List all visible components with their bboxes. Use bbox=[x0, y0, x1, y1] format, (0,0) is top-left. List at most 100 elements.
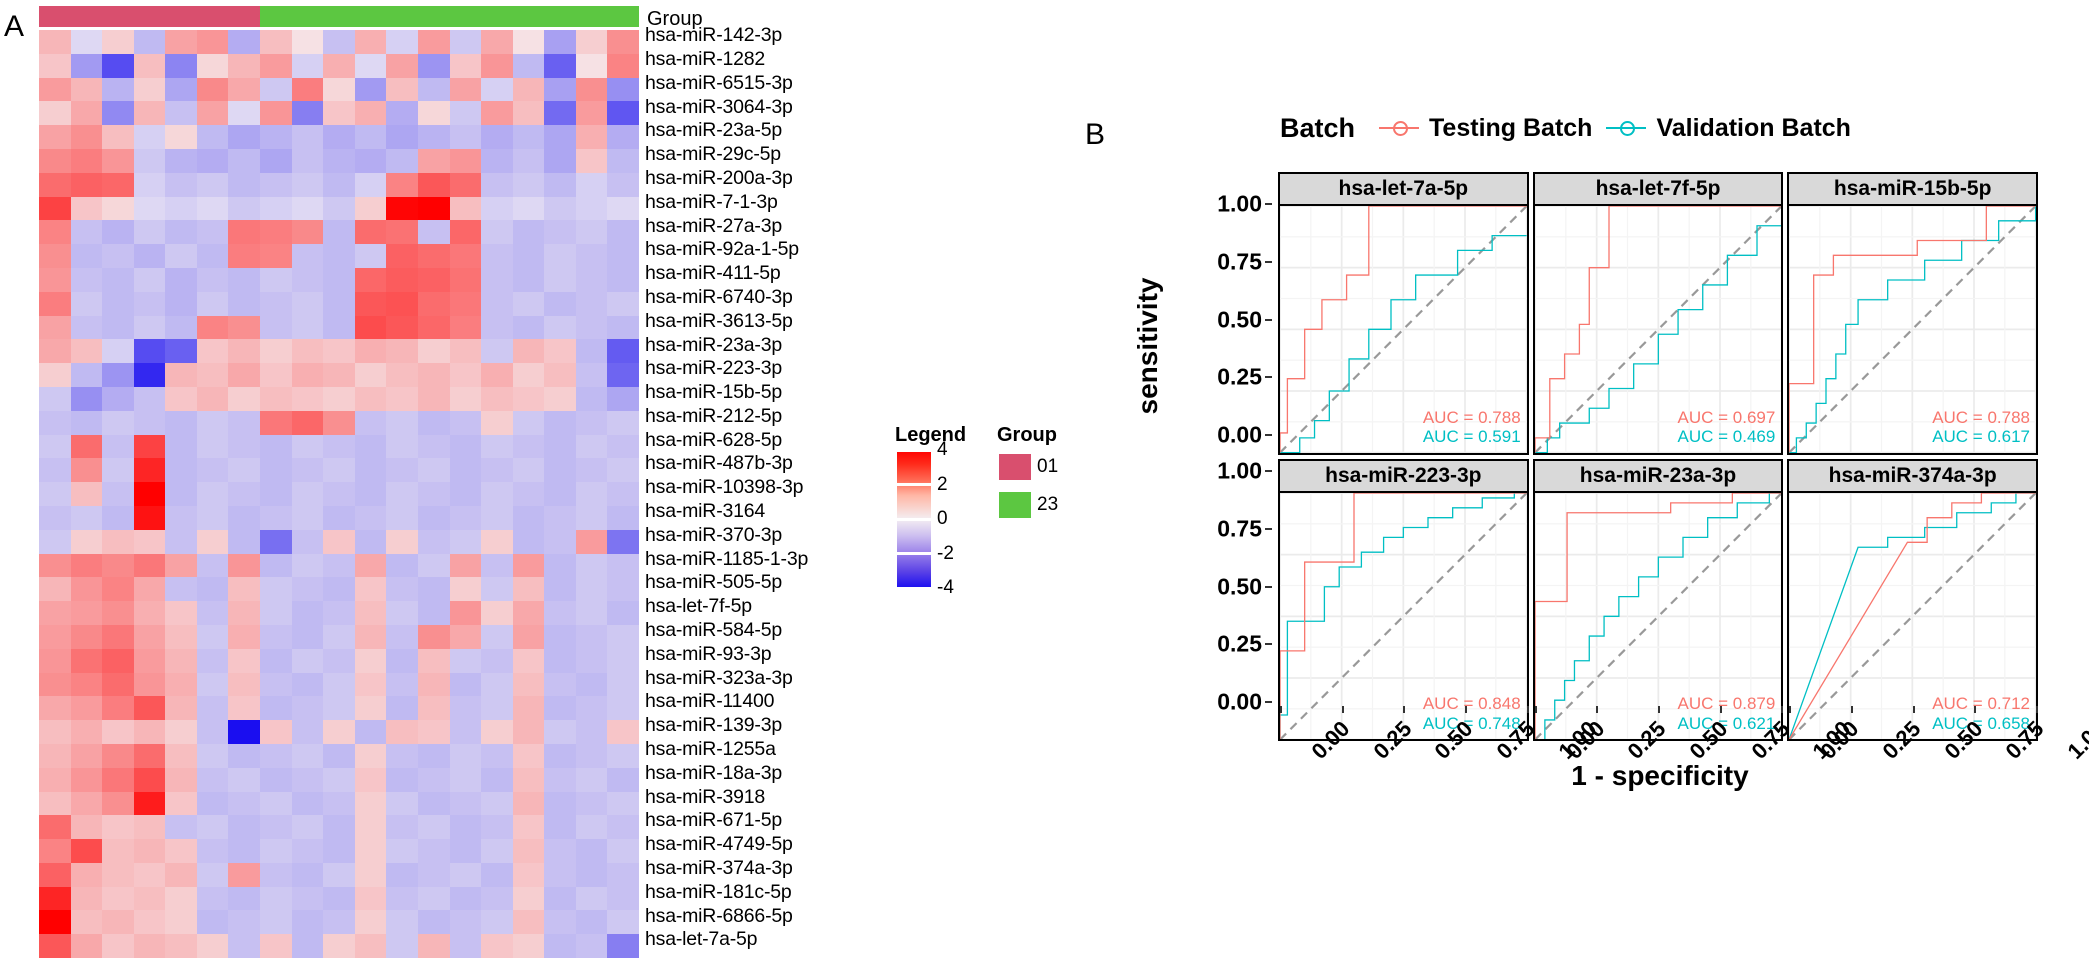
heatmap-cell bbox=[165, 267, 197, 292]
heatmap-cell bbox=[481, 886, 513, 911]
heatmap-cell bbox=[133, 220, 166, 245]
heatmap-cell bbox=[449, 148, 482, 173]
heatmap-cell bbox=[228, 910, 261, 935]
heatmap-cell bbox=[39, 743, 71, 768]
heatmap-row-label: hsa-miR-23a-5p bbox=[645, 119, 783, 142]
heatmap-cell bbox=[228, 505, 261, 530]
heatmap-cell bbox=[354, 77, 387, 102]
heatmap-cell bbox=[481, 529, 513, 554]
heatmap-cell bbox=[512, 386, 545, 411]
heatmap-cell bbox=[102, 934, 134, 959]
heatmap-cell bbox=[512, 458, 545, 483]
heatmap-cell bbox=[133, 53, 166, 78]
heatmap-cell bbox=[544, 934, 576, 959]
heatmap-cell bbox=[323, 601, 355, 625]
heatmap-cell bbox=[70, 529, 103, 554]
heatmap-cell bbox=[102, 553, 134, 578]
heatmap-cell bbox=[544, 482, 576, 506]
batch-legend-item[interactable]: Testing Batch bbox=[1379, 114, 1592, 143]
heatmap-row bbox=[39, 648, 639, 673]
heatmap-cell bbox=[260, 577, 292, 602]
heatmap-cell bbox=[133, 291, 166, 316]
heatmap-cell bbox=[39, 624, 71, 649]
heatmap-cell bbox=[449, 886, 482, 911]
heatmap-cell bbox=[196, 862, 229, 887]
heatmap-cell bbox=[291, 648, 324, 673]
roc-plot-area: AUC = 0.788 AUC = 0.591 bbox=[1280, 206, 1527, 453]
heatmap-cell bbox=[323, 101, 355, 126]
heatmap-row bbox=[39, 886, 639, 911]
heatmap-cell bbox=[386, 696, 418, 721]
batch-legend-item[interactable]: Validation Batch bbox=[1606, 114, 1851, 143]
x-axis-tick-mark bbox=[2035, 706, 2038, 713]
heatmap-row bbox=[39, 672, 639, 697]
heatmap-cell bbox=[133, 934, 166, 959]
heatmap-row-label: hsa-miR-323a-3p bbox=[645, 666, 793, 689]
heatmap-cell bbox=[133, 148, 166, 173]
heatmap-row-label: hsa-miR-374a-3p bbox=[645, 857, 793, 880]
heatmap-cell bbox=[417, 934, 450, 959]
heatmap-cell bbox=[291, 624, 324, 649]
heatmap-cell bbox=[260, 196, 292, 221]
heatmap-row bbox=[39, 196, 639, 221]
heatmap-cell bbox=[607, 434, 639, 459]
heatmap-cell bbox=[481, 148, 513, 173]
heatmap-cell bbox=[102, 53, 134, 78]
heatmap-cell bbox=[512, 196, 545, 221]
heatmap-cell bbox=[575, 720, 608, 744]
heatmap-cell bbox=[386, 839, 418, 863]
heatmap-cell bbox=[607, 30, 639, 54]
y-axis-tick-label: 0.50 bbox=[1217, 306, 1262, 332]
heatmap-cell bbox=[196, 577, 229, 602]
heatmap-cell bbox=[165, 291, 197, 316]
heatmap-cell bbox=[544, 553, 576, 578]
heatmap-cell bbox=[102, 624, 134, 649]
heatmap-cell bbox=[354, 458, 387, 483]
heatmap-cell bbox=[70, 125, 103, 149]
y-axis-tick-mark bbox=[1265, 260, 1272, 263]
y-axis-tick-mark bbox=[1265, 585, 1272, 588]
heatmap-cell bbox=[196, 244, 229, 268]
heatmap-cell bbox=[512, 315, 545, 340]
heatmap-cell bbox=[39, 505, 71, 530]
heatmap-cell bbox=[228, 363, 261, 387]
heatmap-cell bbox=[354, 220, 387, 245]
heatmap-cell bbox=[449, 434, 482, 459]
heatmap-cell bbox=[417, 624, 450, 649]
heatmap-cell bbox=[133, 601, 166, 625]
heatmap-cell bbox=[70, 291, 103, 316]
group-legend-title: Group bbox=[997, 424, 1057, 446]
heatmap-cell bbox=[196, 220, 229, 245]
heatmap-cell bbox=[512, 434, 545, 459]
panel-a-heatmap: A Group hsa-miR-142-3p hsa-miR-1282 hsa-mi… bbox=[0, 0, 1080, 968]
heatmap-cell bbox=[607, 839, 639, 863]
heatmap-cell bbox=[323, 267, 355, 292]
heatmap-cell bbox=[260, 862, 292, 887]
y-axis-label: sensitivity bbox=[1132, 277, 1163, 415]
heatmap-cell bbox=[165, 53, 197, 78]
heatmap-cell bbox=[386, 125, 418, 149]
y-axis-tick-label: 0.00 bbox=[1217, 688, 1262, 715]
heatmap-cell bbox=[607, 934, 639, 959]
heatmap-cell bbox=[70, 672, 103, 697]
roc-plot-area: AUC = 0.848 AUC = 0.748 bbox=[1280, 492, 1527, 740]
heatmap-cell bbox=[449, 339, 482, 364]
heatmap-cell bbox=[323, 672, 355, 697]
heatmap-cell bbox=[39, 601, 71, 625]
y-axis-tick-label: 1.00 bbox=[1217, 457, 1262, 484]
heatmap-cell bbox=[102, 482, 134, 506]
heatmap-cell bbox=[386, 101, 418, 126]
heatmap-cell bbox=[386, 148, 418, 173]
heatmap-cell bbox=[196, 720, 229, 744]
heatmap-cell bbox=[165, 339, 197, 364]
heatmap-cell bbox=[481, 696, 513, 721]
heatmap-cell bbox=[449, 386, 482, 411]
heatmap-cell bbox=[196, 339, 229, 364]
heatmap-row-label: hsa-miR-1282 bbox=[645, 47, 766, 70]
heatmap-cell bbox=[575, 363, 608, 387]
facet-title: hsa-miR-15b-5p bbox=[1789, 174, 2036, 206]
heatmap-cell bbox=[575, 839, 608, 863]
heatmap-cell bbox=[607, 386, 639, 411]
x-axis-tick-mark bbox=[1341, 706, 1344, 713]
heatmap-cell bbox=[102, 696, 134, 721]
